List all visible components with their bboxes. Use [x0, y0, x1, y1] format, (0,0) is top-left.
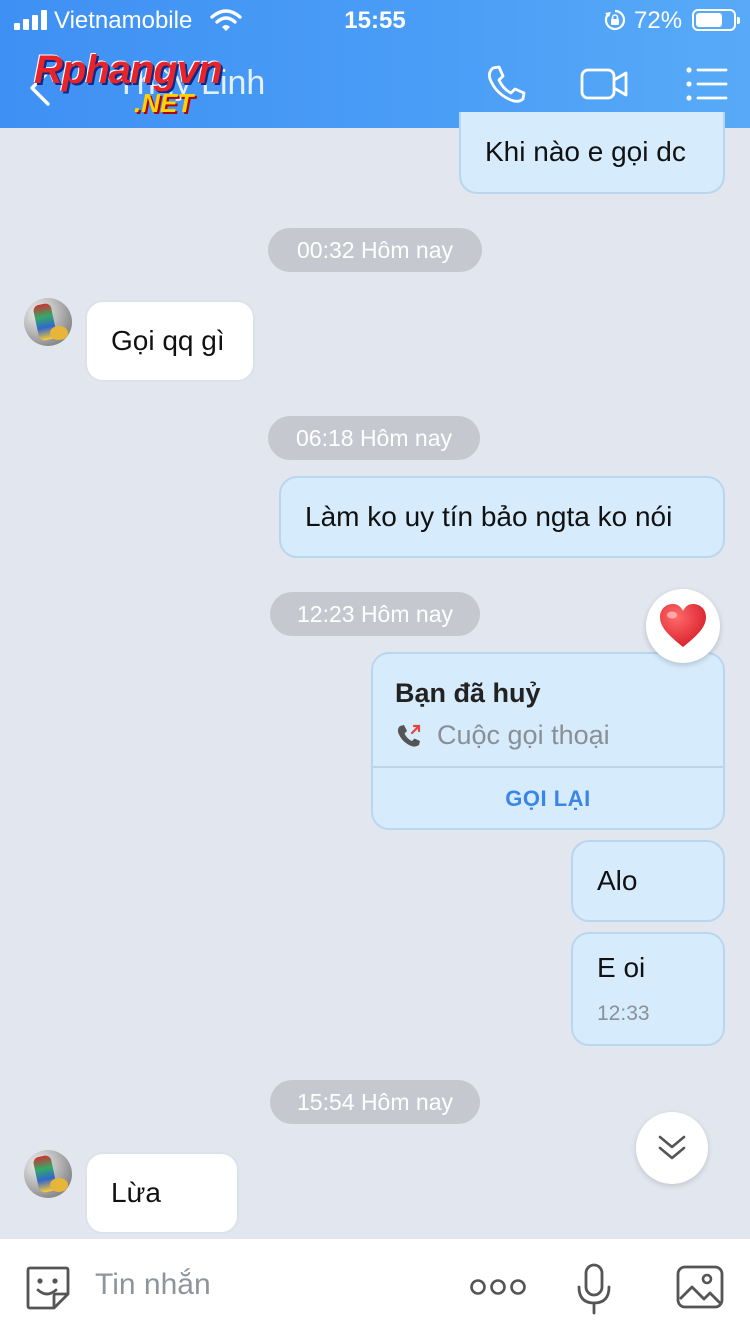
- message-text: Khi nào e gọi dc: [485, 136, 686, 167]
- message-outgoing[interactable]: Alo: [571, 840, 725, 922]
- image-gallery-icon[interactable]: [676, 1265, 724, 1309]
- microphone-icon[interactable]: [576, 1263, 612, 1315]
- avatar[interactable]: [24, 1150, 72, 1198]
- missed-call-icon: [397, 724, 421, 747]
- heart-icon: [660, 604, 706, 647]
- message-input-bar: Tin nhắn: [0, 1238, 750, 1334]
- emoji-sticker-icon[interactable]: [24, 1264, 72, 1312]
- message-text: Alo: [597, 865, 638, 896]
- message-text: E oi: [597, 952, 646, 983]
- message-outgoing[interactable]: E oi 12:33: [571, 932, 725, 1046]
- call-status: Bạn đã huỷ: [395, 678, 541, 708]
- time-separator: 15:54 Hôm nay: [270, 1080, 480, 1124]
- video-camera-icon[interactable]: [580, 62, 628, 106]
- call-type: Cuộc gọi thoại: [437, 720, 610, 750]
- time-separator: 12:23 Hôm nay: [270, 592, 480, 636]
- message-outgoing[interactable]: Khi nào e gọi dc: [459, 112, 725, 194]
- message-input[interactable]: Tin nhắn: [95, 1268, 211, 1302]
- battery-percent: 72%: [634, 7, 683, 34]
- menu-list-icon[interactable]: [684, 62, 732, 106]
- scroll-to-bottom-button[interactable]: [636, 1112, 708, 1184]
- message-text: Lừa: [111, 1177, 161, 1208]
- watermark-logo: Rphangvn .NET: [34, 48, 274, 120]
- time-separator: 06:18 Hôm nay: [268, 416, 480, 460]
- watermark-logo-suffix: .NET: [134, 88, 194, 118]
- message-text: Gọi qq gì: [111, 325, 225, 356]
- message-timestamp: 12:33: [597, 1002, 650, 1025]
- avatar[interactable]: [24, 298, 72, 346]
- rotation-lock-icon: [604, 9, 626, 31]
- message-incoming[interactable]: Gọi qq gì: [85, 300, 255, 382]
- phone-icon[interactable]: [482, 62, 530, 106]
- double-chevron-down-icon: [658, 1135, 686, 1160]
- message-incoming[interactable]: Lừa: [85, 1152, 239, 1234]
- call-log-card: Bạn đã huỷ Cuộc gọi thoại GỌI LẠI: [371, 652, 725, 830]
- heart-reaction[interactable]: [646, 589, 720, 663]
- more-dots-icon[interactable]: [470, 1277, 526, 1297]
- call-back-button[interactable]: GỌI LẠI: [373, 768, 723, 828]
- time-separator: 00:32 Hôm nay: [268, 228, 482, 272]
- message-outgoing[interactable]: Làm ko uy tín bảo ngta ko nói: [279, 476, 725, 558]
- watermark-logo-main: Rphangvn: [34, 48, 223, 92]
- message-text: Làm ko uy tín bảo ngta ko nói: [305, 501, 673, 532]
- chat-header: Vietnamobile 15:55 72% Thùy Linh Rphangv…: [0, 0, 750, 128]
- status-bar: Vietnamobile 15:55 72%: [0, 0, 750, 42]
- battery-icon: [692, 9, 740, 31]
